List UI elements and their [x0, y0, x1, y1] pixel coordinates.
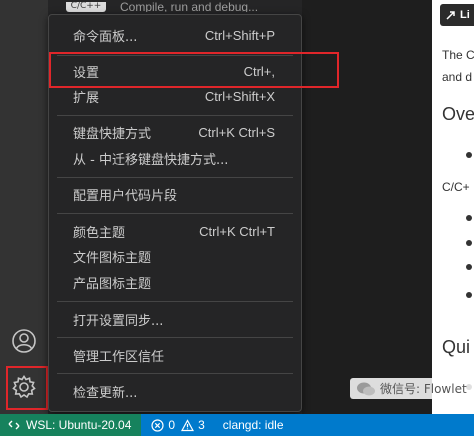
- menu-item-label: 文件图标主题: [73, 251, 152, 266]
- external-link-icon: [446, 11, 455, 20]
- menu-item-shortcut: Ctrl+Shift+P: [204, 28, 275, 43]
- watermark: 微信号: Flowlet: [350, 378, 473, 399]
- menu-item-shortcut: Ctrl+Shift+X: [204, 89, 275, 104]
- extension-strip: C/C++ Compile, run and debug...: [48, 0, 302, 14]
- menu-item-label: 产品图标主题: [73, 277, 152, 292]
- bullet: [466, 264, 472, 270]
- manage-menu: 命令面板... Ctrl+Shift+P 设置 Ctrl+, 扩展 Ctrl+S…: [48, 14, 339, 412]
- menu-item-user-snippets[interactable]: 配置用户代码片段: [49, 182, 301, 207]
- bullet: [466, 152, 472, 158]
- status-bar: WSL: Ubuntu-20.04 0 3 clangd: idle: [0, 414, 474, 436]
- manage-highlight-box: [6, 366, 48, 410]
- menu-item-label: 打开设置同步...: [73, 314, 164, 329]
- menu-item-check-updates[interactable]: 检查更新...: [49, 379, 301, 404]
- menu-item-file-icon-theme[interactable]: 文件图标主题: [49, 244, 301, 269]
- bullet: [466, 240, 472, 246]
- error-icon: [151, 418, 165, 432]
- extension-badge: C/C++: [66, 2, 106, 12]
- menu-item-label: 命令面板...: [73, 30, 138, 45]
- remote-indicator[interactable]: WSL: Ubuntu-20.04: [0, 414, 142, 436]
- warning-icon: [181, 418, 195, 431]
- doc-panel: Li The C and d Ove C/C+ Qui: [432, 0, 474, 414]
- language-server-label: clangd: idle: [222, 418, 284, 432]
- menu-item-label: 键盘快捷方式: [73, 127, 152, 142]
- menu-item-shortcut: Ctrl+K Ctrl+T: [199, 224, 275, 239]
- watermark-text: 微信号: Flowlet: [380, 382, 467, 396]
- doc-heading-overview: Ove: [442, 104, 474, 124]
- doc-line-3: C/C+: [442, 180, 470, 194]
- menu-separator: [57, 115, 293, 116]
- language-server-status[interactable]: clangd: idle: [219, 418, 284, 432]
- menu-item-label: 扩展: [73, 91, 100, 106]
- menu-item-shortcut: Ctrl+K Ctrl+S: [198, 125, 275, 140]
- remote-label: WSL: Ubuntu-20.04: [26, 418, 132, 432]
- menu-item-label: 配置用户代码片段: [73, 189, 178, 204]
- extension-description: Compile, run and debug...: [120, 2, 259, 12]
- menu-item-label: 颜色主题: [73, 226, 126, 241]
- doc-line-2: and d: [442, 70, 473, 84]
- activity-bar: [0, 0, 48, 414]
- menu-item-settings-sync[interactable]: 打开设置同步...: [49, 307, 301, 332]
- menu-item-shortcut: Ctrl+,: [243, 64, 275, 79]
- warning-count: 3: [198, 418, 205, 432]
- menu-item-product-icon-theme[interactable]: 产品图标主题: [49, 270, 301, 295]
- doc-heading-quick: Qui: [442, 337, 471, 357]
- menu-separator: [57, 55, 293, 56]
- menu-separator: [57, 213, 293, 214]
- link-button-label: Li: [460, 9, 470, 21]
- menu-item-workspace-trust[interactable]: 管理工作区信任: [49, 343, 301, 368]
- bullet: [466, 215, 472, 221]
- menu-item-label: 管理工作区信任: [73, 350, 165, 365]
- bullet: [466, 292, 472, 298]
- menu-item-extensions[interactable]: 扩展 Ctrl+Shift+X: [49, 84, 301, 109]
- menu-item-label: 检查更新...: [73, 386, 138, 401]
- menu-item-label: 从 - 中迁移键盘快捷方式...: [73, 153, 229, 168]
- remote-icon: [8, 420, 20, 430]
- error-count: 0: [168, 418, 176, 432]
- link-button[interactable]: Li: [440, 4, 474, 26]
- doc-line-1: The C: [442, 48, 474, 62]
- menu-separator: [57, 301, 293, 302]
- menu-item-settings[interactable]: 设置 Ctrl+,: [49, 59, 301, 84]
- menu-separator: [57, 373, 293, 374]
- menu-item-label: 设置: [73, 66, 100, 81]
- menu-item-keyboard-shortcuts[interactable]: 键盘快捷方式 Ctrl+K Ctrl+S: [49, 120, 301, 145]
- menu-item-command-palette[interactable]: 命令面板... Ctrl+Shift+P: [49, 23, 301, 48]
- problems-indicator[interactable]: 0 3: [151, 418, 205, 432]
- menu-item-migrate-keybindings[interactable]: 从 - 中迁移键盘快捷方式...: [49, 146, 301, 171]
- menu-separator: [57, 177, 293, 178]
- menu-separator: [57, 337, 293, 338]
- account-icon[interactable]: [8, 325, 40, 357]
- menu-item-color-theme[interactable]: 颜色主题 Ctrl+K Ctrl+T: [49, 219, 301, 244]
- wechat-icon: [357, 382, 375, 395]
